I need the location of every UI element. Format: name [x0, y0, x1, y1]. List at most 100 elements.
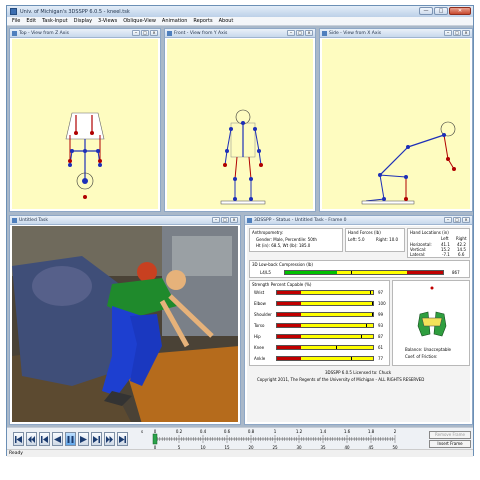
timeline-thumb[interactable]	[152, 433, 158, 445]
minimize-button[interactable]: ‒	[132, 30, 140, 36]
play-reverse-button[interactable]	[52, 432, 63, 446]
top-view-canvas[interactable]	[12, 39, 158, 209]
time-tick-label: 1.2	[296, 429, 303, 434]
side-view-canvas[interactable]	[322, 39, 470, 209]
menu-file[interactable]: File	[9, 18, 23, 24]
timeline-slider[interactable]: 0 0.2 0.4 0.6 0.8 1 1.2 1.4 1.6 1.8 20 5 10 15 20 25 30 3…	[135, 428, 405, 450]
top-view-title: Top - View from Z Axis	[19, 30, 69, 36]
col-left-header: Left	[441, 236, 449, 241]
maximize-button[interactable]: □	[221, 217, 229, 223]
strength-bar	[276, 323, 374, 328]
close-button[interactable]: ×	[462, 217, 470, 223]
front-view-canvas[interactable]	[167, 39, 313, 209]
strength-value: 61	[378, 345, 384, 350]
menu-about[interactable]: About	[216, 18, 237, 24]
minimize-button[interactable]: ‒	[212, 217, 220, 223]
loc-left: -7.1	[442, 252, 450, 257]
rewind-icon	[28, 435, 35, 443]
strength-marker	[366, 324, 368, 327]
menu-3-views[interactable]: 3-Views	[95, 18, 120, 24]
minimize-button[interactable]: —	[419, 7, 433, 15]
menu-bar: File Edit Task-Input Display 3-Views Obl…	[7, 17, 473, 26]
menu-animation[interactable]: Animation	[159, 18, 191, 24]
close-button[interactable]: ×	[462, 30, 470, 36]
strength-label-hip: Hip	[254, 334, 261, 339]
bar-segment	[277, 302, 301, 305]
status-window: 3DSSPP - Status - Untitled Task - Frame …	[244, 215, 473, 425]
close-button[interactable]: ×	[150, 30, 158, 36]
last-frame-button[interactable]	[117, 432, 128, 446]
strength-marker	[335, 346, 337, 349]
minimize-button[interactable]: ‒	[444, 30, 452, 36]
front-view-titlebar[interactable]: Front - View from Y Axis ‒ □ ×	[165, 29, 315, 38]
maximize-button[interactable]: □	[141, 30, 149, 36]
app-window: Univ. of Michigan's 3DSSPP 6.0.5 - kneel…	[6, 5, 474, 457]
task-window-titlebar[interactable]: Untitled Task ‒ □ ×	[10, 216, 240, 225]
first-frame-button[interactable]	[13, 432, 24, 446]
compression-label: 3D Low-back Compression (lb)	[252, 262, 313, 267]
strength-bar	[276, 356, 374, 361]
side-view-titlebar[interactable]: Side - View from X Axis ‒ □ ×	[320, 29, 472, 38]
bar-red-segment	[406, 271, 443, 274]
minimize-button[interactable]: ‒	[287, 30, 295, 36]
strength-bar	[276, 290, 374, 295]
strength-marker	[350, 357, 352, 360]
loc-label: Lateral:	[410, 252, 426, 257]
step-forward-button[interactable]	[91, 432, 102, 446]
top-view-titlebar[interactable]: Top - View from Z Axis ‒ □ ×	[10, 29, 160, 38]
col-right-header: Right	[456, 236, 467, 241]
step-back-button[interactable]	[39, 432, 50, 446]
menu-edit[interactable]: Edit	[23, 18, 39, 24]
bar-segment	[301, 313, 373, 316]
copyright-line: Copyright 2011, The Regents of the Unive…	[257, 377, 425, 382]
play-button[interactable]	[78, 432, 89, 446]
strength-label-shoulder: Shoulder	[254, 312, 272, 317]
task-photo-overlay[interactable]	[12, 226, 238, 422]
close-button[interactable]: ×	[230, 217, 238, 223]
bar-segment	[277, 313, 301, 316]
pause-button[interactable]	[65, 432, 76, 446]
menu-display[interactable]: Display	[71, 18, 95, 24]
license-line: 3DSSPP 6.0.5 Licensed to: Chuck	[325, 370, 392, 375]
bar-marker	[351, 271, 353, 274]
task-window-title: Untitled Task	[19, 217, 48, 223]
close-button[interactable]: ×	[305, 30, 313, 36]
height-weight-line: Ht (in): 68.5, Wt (lb): 185.0	[256, 243, 311, 248]
hand-forces-left: Left: 5.0	[348, 237, 365, 242]
compression-bar	[284, 270, 444, 275]
strength-label-wrist: Wrist	[254, 290, 265, 295]
insert-frame-button[interactable]: Insert Frame	[429, 440, 471, 448]
friction-line: Coef. of Friction:	[405, 354, 438, 359]
bar-segment	[301, 335, 373, 338]
strength-bar	[276, 345, 374, 350]
window-icon	[247, 217, 252, 223]
window-title: Univ. of Michigan's 3DSSPP 6.0.5 - kneel…	[20, 8, 130, 15]
status-text: Ready	[9, 451, 23, 456]
time-tick-label: 0.4	[200, 429, 207, 434]
side-view-figure	[361, 121, 456, 205]
strength-marker	[360, 335, 362, 338]
strength-label-elbow: Elbow	[254, 301, 266, 306]
status-window-titlebar[interactable]: 3DSSPP - Status - Untitled Task - Frame …	[245, 216, 472, 225]
bar-segment	[277, 324, 301, 327]
bar-segment	[301, 357, 373, 360]
play-icon	[80, 435, 87, 443]
maximize-button[interactable]: □	[434, 7, 448, 15]
prev-key-button[interactable]	[26, 432, 37, 446]
maximize-button[interactable]: □	[453, 30, 461, 36]
title-bar[interactable]: Univ. of Michigan's 3DSSPP 6.0.5 - kneel…	[7, 6, 473, 17]
loc-right: 6.6	[458, 252, 465, 257]
menu-reports[interactable]: Reports	[190, 18, 215, 24]
balance-line: Balance: Unacceptable	[405, 347, 452, 352]
next-key-button[interactable]	[104, 432, 115, 446]
remove-frame-button[interactable]: Remove Frame	[429, 431, 471, 439]
bar-green-segment	[285, 271, 338, 274]
menu-task-input[interactable]: Task-Input	[39, 18, 71, 24]
maximize-button[interactable]: □	[453, 217, 461, 223]
minimize-button[interactable]: ‒	[444, 217, 452, 223]
close-button[interactable]: ✕	[449, 7, 471, 15]
menu-oblique-view[interactable]: Oblique-View	[120, 18, 159, 24]
strength-marker	[372, 302, 373, 305]
strength-value: 87	[378, 334, 384, 339]
maximize-button[interactable]: □	[296, 30, 304, 36]
